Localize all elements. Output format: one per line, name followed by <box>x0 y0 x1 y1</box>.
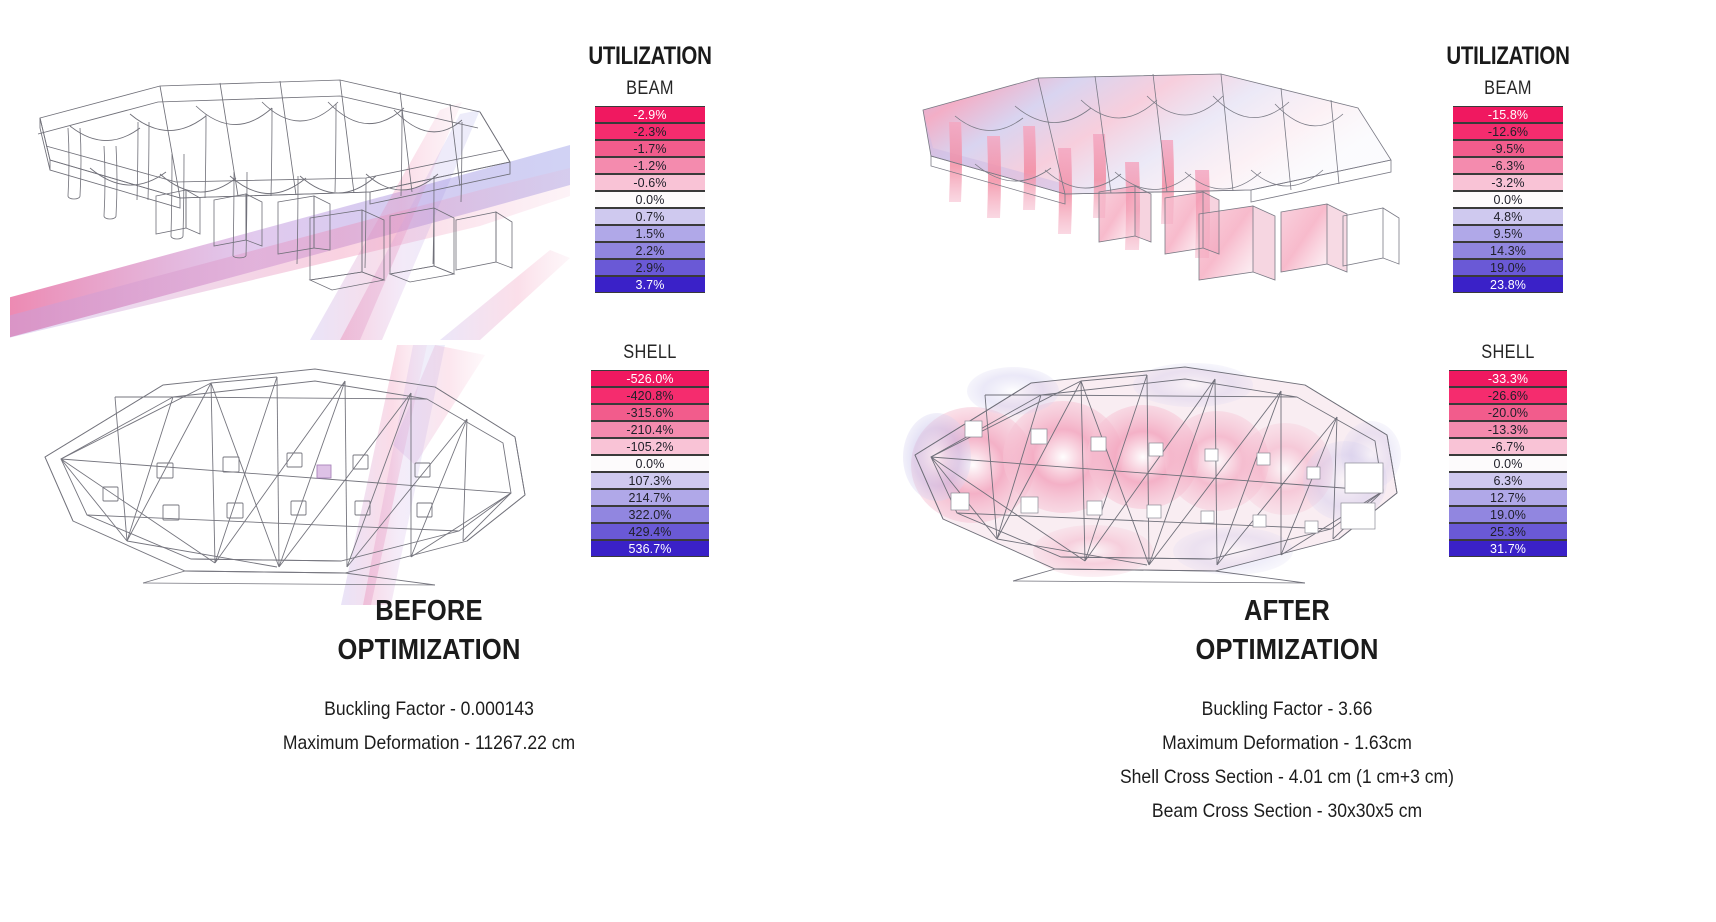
before-plan-view <box>15 345 555 605</box>
legend-swatch: 0.0% <box>1453 191 1563 208</box>
legend-swatch: -2.9% <box>595 106 705 123</box>
legend-swatch: 107.3% <box>591 472 709 489</box>
legend-swatch: 1.5% <box>595 225 705 242</box>
before-metric-0: Buckling Factor - 0.000143 <box>324 698 534 720</box>
legend-swatch: 0.7% <box>595 208 705 225</box>
after-metric-3: Beam Cross Section - 30x30x5 cm <box>1151 800 1423 822</box>
legend-ramp-beam: -15.8% -12.6% -9.5% -6.3% -3.2% 0.0% 4.8% 9.5% 1… <box>1453 106 1563 293</box>
legend-swatch: -2.3% <box>595 123 705 140</box>
legend-swatch: -15.8% <box>1453 106 1563 123</box>
legend-swatch: -12.6% <box>1453 123 1563 140</box>
before-perspective-view <box>10 50 570 340</box>
legend-swatch: -33.3% <box>1449 370 1567 387</box>
after-metric-2: Shell Cross Section - 4.01 cm (1 cm+3 cm… <box>1119 766 1455 788</box>
legend-swatch: 0.0% <box>595 191 705 208</box>
legend-swatch: -6.7% <box>1449 438 1567 455</box>
lower-volumes-stress <box>1099 186 1347 280</box>
legend-swatch: -1.7% <box>595 140 705 157</box>
legend-swatch: 14.3% <box>1453 242 1563 259</box>
after-legend-shell: SHELL -33.3% -26.6% -20.0% -13.3% -6.7% 0.0% 6… <box>1418 342 1598 557</box>
before-heading-line1: BEFORE <box>375 595 483 627</box>
after-heading-line1: AFTER <box>1244 595 1330 627</box>
before-legend-beam: UTILIZATION BEAM -2.9% -2.3% -1.7% -1.2% -0.… <box>560 42 740 293</box>
legend-swatch: 429.4% <box>591 523 709 540</box>
legend-swatch: 19.0% <box>1449 506 1567 523</box>
legend-swatch: 3.7% <box>595 276 705 293</box>
legend-title: UTILIZATION <box>1446 42 1570 70</box>
legend-swatch: -315.6% <box>591 404 709 421</box>
legend-swatch: 2.9% <box>595 259 705 276</box>
legend-swatch: 2.2% <box>595 242 705 259</box>
legend-swatch: -0.6% <box>595 174 705 191</box>
legend-title: UTILIZATION <box>588 42 712 70</box>
legend-swatch: -13.3% <box>1449 421 1567 438</box>
legend-swatch: 19.0% <box>1453 259 1563 276</box>
legend-swatch: -26.6% <box>1449 387 1567 404</box>
legend-swatch: 25.3% <box>1449 523 1567 540</box>
legend-ramp-shell: -33.3% -26.6% -20.0% -13.3% -6.7% 0.0% 6.3% 12.… <box>1449 370 1567 557</box>
after-caption: AFTER OPTIMIZATION Buckling Factor - 3.6… <box>858 592 1716 828</box>
before-optimization-panel: UTILIZATION BEAM -2.9% -2.3% -1.7% -1.2% -0.… <box>0 0 858 922</box>
legend-swatch: 23.8% <box>1453 276 1563 293</box>
legend-swatch: -1.2% <box>595 157 705 174</box>
after-perspective-view <box>903 52 1413 322</box>
legend-subtitle-beam: BEAM <box>1484 78 1532 99</box>
stressed-cell-marker <box>316 464 332 479</box>
legend-ramp-shell: -526.0% -420.8% -315.6% -210.4% -105.2% 0.0% 1… <box>591 370 709 557</box>
legend-swatch: 0.0% <box>591 455 709 472</box>
legend-swatch: 31.7% <box>1449 540 1567 557</box>
legend-subtitle-shell: SHELL <box>1481 342 1535 363</box>
legend-swatch: 322.0% <box>591 506 709 523</box>
legend-ramp-beam: -2.9% -2.3% -1.7% -1.2% -0.6% 0.0% 0.7% 1.5% 2.2… <box>595 106 705 293</box>
legend-swatch: -210.4% <box>591 421 709 438</box>
before-caption: BEFORE OPTIMIZATION Buckling Factor - 0.… <box>0 592 858 760</box>
legend-swatch: 536.7% <box>591 540 709 557</box>
after-plan-view <box>893 345 1423 605</box>
legend-swatch: -105.2% <box>591 438 709 455</box>
before-heading-line2: OPTIMIZATION <box>337 634 521 666</box>
legend-swatch: -20.0% <box>1449 404 1567 421</box>
before-legend-shell: SHELL -526.0% -420.8% -315.6% -210.4% -105.2… <box>560 342 740 557</box>
legend-swatch: 0.0% <box>1449 455 1567 472</box>
after-heading-line2: OPTIMIZATION <box>1195 634 1379 666</box>
legend-swatch: -420.8% <box>591 387 709 404</box>
legend-subtitle-beam: BEAM <box>626 78 674 99</box>
after-metric-0: Buckling Factor - 3.66 <box>1201 698 1373 720</box>
legend-swatch: -9.5% <box>1453 140 1563 157</box>
after-legend-beam: UTILIZATION BEAM -15.8% -12.6% -9.5% -6.3% -… <box>1418 42 1598 293</box>
before-metric-1: Maximum Deformation - 11267.22 cm <box>282 732 576 754</box>
after-metric-1: Maximum Deformation - 1.63cm <box>1162 732 1412 754</box>
legend-swatch: -3.2% <box>1453 174 1563 191</box>
legend-swatch: 4.8% <box>1453 208 1563 225</box>
buckling-streaks <box>10 102 570 340</box>
legend-swatch: -526.0% <box>591 370 709 387</box>
after-optimization-panel: UTILIZATION BEAM -15.8% -12.6% -9.5% -6.3% -… <box>858 0 1716 922</box>
legend-swatch: 214.7% <box>591 489 709 506</box>
legend-swatch: 12.7% <box>1449 489 1567 506</box>
legend-swatch: 6.3% <box>1449 472 1567 489</box>
legend-swatch: -6.3% <box>1453 157 1563 174</box>
legend-swatch: 9.5% <box>1453 225 1563 242</box>
legend-subtitle-shell: SHELL <box>623 342 677 363</box>
